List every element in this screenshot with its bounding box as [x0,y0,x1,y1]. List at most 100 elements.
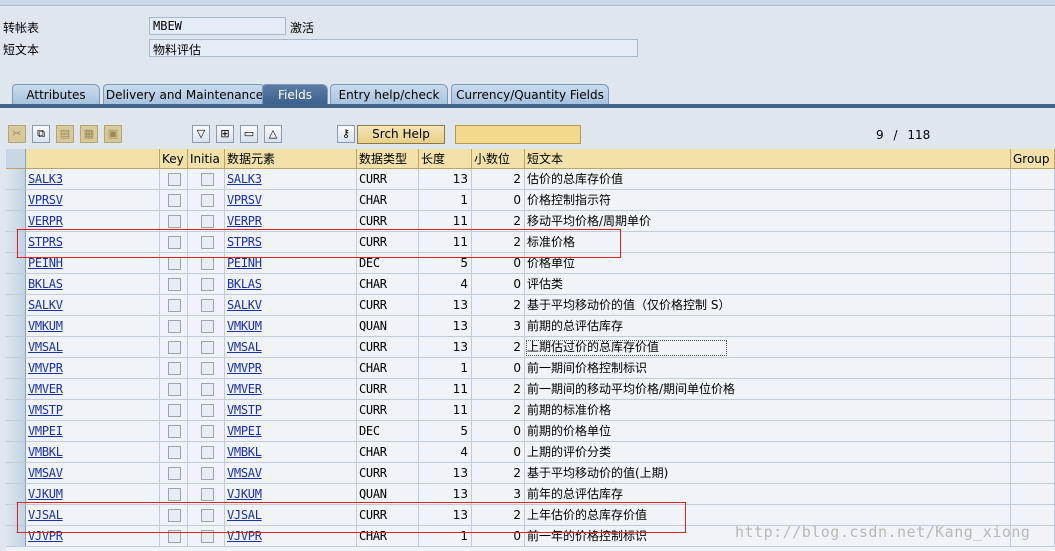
delete-row-icon[interactable]: ▣ [104,125,122,143]
cell-text[interactable]: 前期的价格单位 [525,421,1011,442]
cell-len[interactable]: 13 [419,295,472,316]
row-selector[interactable] [6,463,26,484]
initial-checkbox[interactable] [201,362,214,375]
cell-elem-text[interactable]: VMBKL [227,445,262,459]
col-decimals[interactable]: 小数位 [472,149,525,169]
cell-type[interactable]: CURR [357,400,419,421]
col-field[interactable] [26,149,160,169]
cell-elem-text[interactable]: VMVER [227,382,262,396]
initial-checkbox[interactable] [201,341,214,354]
cell-field[interactable]: VMBKL [26,442,160,463]
cell-text[interactable]: 前一期间价格控制标识 [525,358,1011,379]
cell-text[interactable]: 前期的标准价格 [525,400,1011,421]
tab-delivery-maintenance[interactable]: Delivery and Maintenance [103,84,266,104]
cell-type[interactable]: CURR [357,169,419,190]
paste-icon[interactable]: ▤ [56,125,74,143]
row-selector[interactable] [6,274,26,295]
cell-field[interactable]: VMKUM [26,316,160,337]
cell-field[interactable]: VPRSV [26,190,160,211]
initial-checkbox[interactable] [201,299,214,312]
cell-len[interactable]: 11 [419,379,472,400]
cell-elem-text[interactable]: SALKV [227,298,262,312]
cell-dec[interactable]: 2 [472,463,525,484]
row-selector[interactable] [6,169,26,190]
cell-elem[interactable]: VMPEI [225,421,357,442]
table-row[interactable]: VMSTP VMSTP CURR 11 2 前期的标准价格 [6,400,1055,421]
tab-entry-help[interactable]: Entry help/check [330,84,448,104]
cell-elem[interactable]: VPRSV [225,190,357,211]
table-row[interactable]: VMKUM VMKUM QUAN 13 3 前期的总评估库存 [6,316,1055,337]
details-icon[interactable]: ▭ [240,125,258,143]
cell-elem-text[interactable]: VPRSV [227,193,262,207]
cell-len[interactable]: 11 [419,400,472,421]
cell-elem-text[interactable]: VJKUM [227,487,262,501]
key-checkbox[interactable] [168,257,181,270]
cell-field[interactable]: VMPEI [26,421,160,442]
initial-checkbox[interactable] [201,425,214,438]
search-help-button[interactable]: Srch Help [357,125,445,144]
tab-currency-quantity[interactable]: Currency/Quantity Fields [451,84,609,104]
cell-field-text[interactable]: VMSTP [28,403,63,417]
cell-dec[interactable]: 0 [472,190,525,211]
cell-field-text[interactable]: SALK3 [28,172,63,186]
col-length[interactable]: 长度 [419,149,472,169]
key-checkbox[interactable] [168,404,181,417]
cell-type[interactable]: CURR [357,379,419,400]
cell-elem-text[interactable]: BKLAS [227,277,262,291]
cut-icon[interactable]: ✂ [8,125,26,143]
cell-field[interactable]: BKLAS [26,274,160,295]
cell-field[interactable]: SALKV [26,295,160,316]
table-row[interactable]: SALKV SALKV CURR 13 2 基于平均移动价的值（仅价格控制 S） [6,295,1055,316]
col-short-text[interactable]: 短文本 [525,149,1011,169]
cell-group[interactable] [1011,295,1055,316]
cell-type[interactable]: CHAR [357,442,419,463]
key-checkbox[interactable] [168,278,181,291]
cell-elem-text[interactable]: VMKUM [227,319,262,333]
row-selector[interactable] [6,421,26,442]
short-text-field[interactable]: 物料评估 [149,39,638,57]
col-key[interactable]: Key [160,149,188,169]
row-selector[interactable] [6,379,26,400]
cell-dec[interactable]: 0 [472,274,525,295]
col-group[interactable]: Group [1011,149,1055,169]
cell-group[interactable] [1011,358,1055,379]
initial-checkbox[interactable] [201,383,214,396]
col-data-type[interactable]: 数据类型 [357,149,419,169]
key-checkbox[interactable] [168,383,181,396]
table-row[interactable]: VMVPR VMVPR CHAR 1 0 前一期间价格控制标识 [6,358,1055,379]
cell-len[interactable]: 13 [419,463,472,484]
table-row[interactable]: VMBKL VMBKL CHAR 4 0 上期的评价分类 [6,442,1055,463]
cell-field-text[interactable]: VMSAV [28,466,63,480]
cell-field[interactable]: VMSTP [26,400,160,421]
row-selector[interactable] [6,316,26,337]
table-row[interactable]: BKLAS BKLAS CHAR 4 0 评估类 [6,274,1055,295]
cell-field-text[interactable]: VPRSV [28,193,63,207]
key-checkbox[interactable] [168,488,181,501]
key-checkbox[interactable] [168,194,181,207]
cell-type[interactable]: QUAN [357,316,419,337]
cell-dec[interactable]: 2 [472,337,525,358]
cell-field-text[interactable]: BKLAS [28,277,63,291]
key-checkbox[interactable] [168,299,181,312]
cell-elem[interactable]: VMVPR [225,358,357,379]
cell-group[interactable] [1011,169,1055,190]
tab-fields[interactable]: Fields [262,84,328,104]
cell-text[interactable]: 前期的总评估库存 [525,316,1011,337]
select-all-header[interactable] [6,149,26,169]
cell-type[interactable]: CURR [357,463,419,484]
initial-checkbox[interactable] [201,404,214,417]
cell-elem-text[interactable]: VMSAV [227,466,262,480]
row-selector[interactable] [6,190,26,211]
initial-checkbox[interactable] [201,257,214,270]
cell-group[interactable] [1011,442,1055,463]
cell-field-text[interactable]: VMVER [28,382,63,396]
table-name-field[interactable]: MBEW [149,17,286,35]
cell-field[interactable]: SALK3 [26,169,160,190]
cell-type[interactable]: CURR [357,295,419,316]
col-initial[interactable]: Initia [188,149,225,169]
cell-dec[interactable]: 2 [472,400,525,421]
new-entry-icon[interactable]: ⊞ [216,125,234,143]
key-checkbox[interactable] [168,173,181,186]
cell-dec[interactable]: 2 [472,295,525,316]
cell-elem-text[interactable]: VMVPR [227,361,262,375]
